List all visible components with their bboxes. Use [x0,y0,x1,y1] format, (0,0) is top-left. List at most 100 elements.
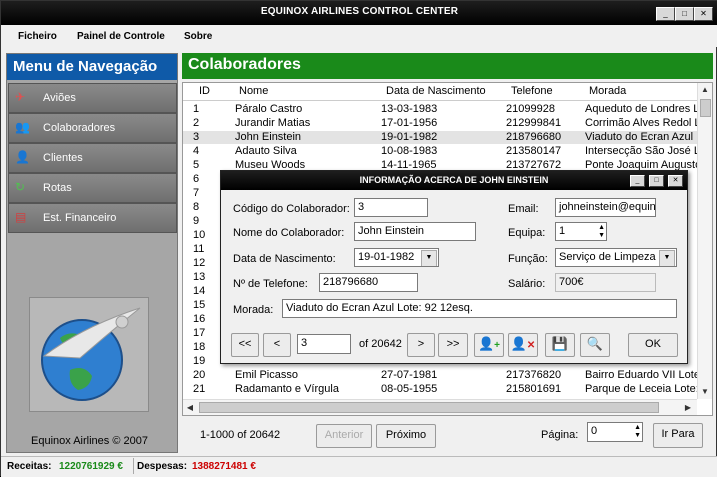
close-button[interactable]: ✕ [694,7,713,21]
menu-painel-de-controle[interactable]: Painel de Controle [77,31,165,42]
salario-label: Salário: [508,278,546,290]
first-record-button[interactable]: << [231,333,259,357]
scroll-thumb[interactable] [199,402,659,413]
content-title: Colaboradores [182,53,713,79]
sidebar-item-label: Est. Financeiro [43,212,117,224]
scroll-up-icon[interactable]: ▲ [698,83,712,97]
go-to-page-button[interactable]: Ir Para [653,423,703,448]
morada-label: Morada: [233,304,274,316]
funcao-label: Função: [508,253,548,265]
save-button[interactable]: 💾 [545,333,575,357]
scroll-down-icon[interactable]: ▼ [698,385,712,399]
page-label: Página: [541,429,579,441]
salario-field: 700€ [555,273,656,292]
menu-ficheiro[interactable]: Ficheiro [18,31,57,42]
codigo-label: Código do Colaborador: [233,203,350,215]
dialog-maximize-button[interactable]: □ [649,175,664,187]
routes-icon: ↻ [15,180,26,194]
scroll-right-icon[interactable]: ▶ [681,401,695,415]
next-record-button[interactable]: > [407,333,435,357]
sidebar-title: Menu de Navegação [7,54,177,80]
add-user-icon: 👤+ [477,336,501,351]
add-user-button[interactable]: 👤+ [474,333,504,357]
column-header-nome[interactable]: Nome [239,83,268,100]
record-total: of 20642 [359,338,402,350]
nome-label: Nome do Colaborador: [233,227,345,239]
sidebar-item-avioes[interactable]: ✈ Aviões [8,83,177,113]
table-row[interactable]: 4 Adauto Silva 10-08-1983 213580147 Intersec… [183,145,698,158]
sidebar-item-rotas[interactable]: ↻ Rotas [8,173,177,203]
scroll-left-icon[interactable]: ◀ [183,401,197,415]
nascimento-value: 19-01-1982 [358,251,415,263]
sidebar-item-colaboradores[interactable]: 👥 Colaboradores [8,113,177,143]
email-field[interactable]: johneinstein@equinox [555,198,656,217]
title-bar: EQUINOX AIRLINES CONTROL CENTER _ □ ✕ [1,1,717,25]
column-header-morada[interactable]: Morada [589,83,626,100]
funcao-value: Serviço de Limpeza [559,251,656,263]
column-header-telefone[interactable]: Telefone [511,83,553,100]
morada-field[interactable]: Viaduto do Ecran Azul Lote: 92 12esq. [282,299,677,318]
nome-field[interactable]: John Einstein [354,222,476,241]
equipa-label: Equipa: [508,227,546,239]
finance-icon: ▤ [15,210,27,224]
clients-icon: 👤 [15,150,30,164]
column-header-id[interactable]: ID [199,83,210,100]
horizontal-scrollbar[interactable]: ◀ ▶ [183,399,697,415]
minimize-button[interactable]: _ [656,7,675,21]
despesas-value: 1388271481 € [192,461,256,472]
page-range: 1-1000 of 20642 [200,429,281,441]
menu-sobre[interactable]: Sobre [184,31,212,42]
receitas-value: 1220761929 € [59,461,123,472]
people-icon: 👥 [15,120,30,134]
vertical-scrollbar[interactable]: ▲ ▼ [697,83,712,399]
next-page-button[interactable]: Próximo [376,424,436,448]
last-record-button[interactable]: >> [438,333,468,357]
equipa-value: 1 [559,225,566,237]
chevron-down-icon[interactable]: ▼ [421,250,437,266]
copyright-text: Equinox Airlines © 2007 [31,435,148,447]
sidebar-item-label: Aviões [43,92,76,104]
window-title: EQUINOX AIRLINES CONTROL CENTER [260,6,459,17]
codigo-field[interactable]: 3 [354,198,428,217]
dialog-title: INFORMAÇÃO ACERCA DE JOHN EINSTEIN [221,171,687,190]
navigation-sidebar: Menu de Navegação ✈ Aviões 👥 Colaborador… [6,53,178,453]
email-label: Email: [508,203,539,215]
table-row[interactable]: 1 Páralo Castro 13-03-1983 21099928 Aqueduto… [183,103,698,116]
table-row[interactable]: 2 Jurandir Matias 17-01-1956 212999841 Corri… [183,117,698,130]
table-row[interactable]: 3 John Einstein 19-01-1982 218796680 Viaduto… [183,131,698,144]
spinner-arrows-icon[interactable]: ▲ ▼ [634,424,641,440]
table-row[interactable]: 21 Radamanto e Vírgula 08-05-1955 215801691… [183,383,698,396]
save-icon: 💾 [551,336,569,351]
spinner-arrows-icon[interactable]: ▲ ▼ [598,224,605,240]
sidebar-item-label: Colaboradores [43,122,116,134]
status-bar: Receitas: 1220761929 € Despesas: 1388271… [1,456,717,477]
table-row[interactable]: 20 Emil Picasso 27-07-1981 217376820 Bairro … [183,369,698,382]
maximize-button[interactable]: □ [675,7,694,21]
search-button[interactable]: 🔍 [580,333,610,357]
sidebar-item-clientes[interactable]: 👤 Clientes [8,143,177,173]
search-icon: 🔍 [586,336,604,351]
sidebar-item-est-financeiro[interactable]: ▤ Est. Financeiro [8,203,177,233]
record-number-field[interactable]: 3 [297,334,351,354]
dialog-minimize-button[interactable]: _ [630,175,645,187]
telefone-field[interactable]: 218796680 [319,273,418,292]
dialog-close-button[interactable]: ✕ [668,175,683,187]
equinox-logo [29,297,149,412]
chevron-down-icon[interactable]: ▼ [659,250,675,266]
scroll-thumb[interactable] [700,99,711,117]
despesas-label: Despesas: [137,461,188,472]
funcao-select[interactable]: Serviço de Limpeza ▼ [555,248,677,267]
ok-button[interactable]: OK [628,333,678,357]
column-header-data-nascimento[interactable]: Data de Nascimento [386,83,486,100]
delete-user-button[interactable]: 👤✕ [508,333,538,357]
page-number-field[interactable]: 0 ▲ ▼ [587,422,643,442]
nascimento-label: Data de Nascimento: [233,253,336,265]
sidebar-item-label: Rotas [43,182,72,194]
delete-user-icon: 👤✕ [510,336,536,351]
page-number-value: 0 [591,425,598,437]
equipa-stepper[interactable]: 1 ▲ ▼ [555,222,607,241]
previous-record-button[interactable]: < [263,333,291,357]
nascimento-date-picker[interactable]: 19-01-1982 ▼ [354,248,439,267]
receitas-label: Receitas: [7,461,52,472]
previous-page-button[interactable]: Anterior [316,424,372,448]
